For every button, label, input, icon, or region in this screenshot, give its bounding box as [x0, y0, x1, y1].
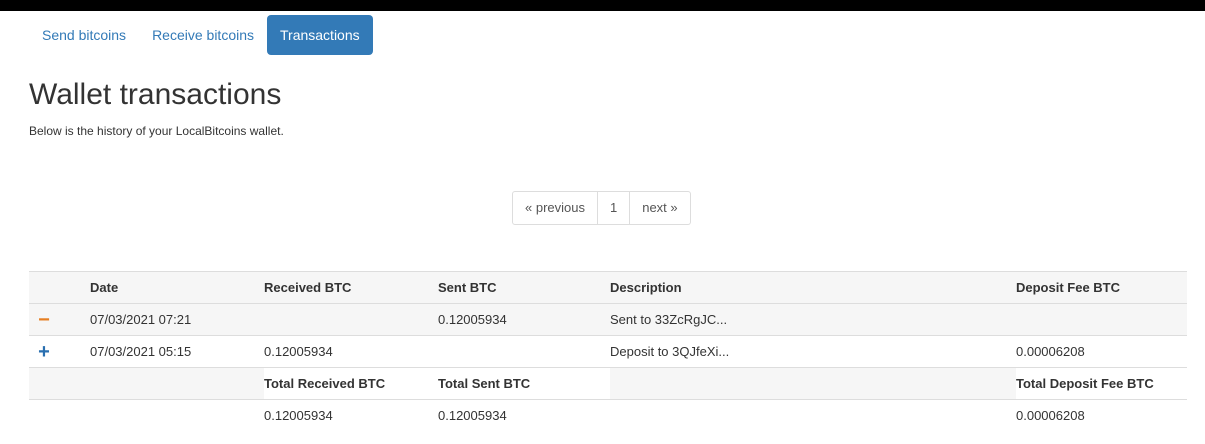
- total-fee-value: 0.00006208: [1016, 399, 1187, 431]
- row-sent: [438, 335, 610, 368]
- totals-header-row: Total Received BTC Total Sent BTC Total …: [29, 367, 1187, 400]
- page-description: Below is the history of your LocalBitcoi…: [29, 124, 284, 138]
- header-deposit-fee: Deposit Fee BTC: [1016, 271, 1187, 304]
- total-sent-label: Total Sent BTC: [438, 367, 610, 400]
- row-received: 0.12005934: [264, 335, 438, 368]
- pagination: « previous 1 next »: [512, 191, 691, 225]
- row-fee: 0.00006208: [1016, 335, 1187, 368]
- totals-spacer: [90, 367, 264, 400]
- pagination-previous[interactable]: « previous: [512, 191, 598, 225]
- total-sent-value: 0.12005934: [438, 399, 610, 431]
- totals-spacer: [610, 399, 1016, 431]
- totals-spacer: [610, 367, 1016, 400]
- header-sent: Sent BTC: [438, 271, 610, 304]
- tab-receive-bitcoins[interactable]: Receive bitcoins: [139, 15, 267, 55]
- header-description: Description: [610, 271, 1016, 304]
- row-fee: [1016, 303, 1187, 336]
- pagination-page-1[interactable]: 1: [597, 191, 631, 225]
- totals-row: 0.12005934 0.12005934 0.00006208: [29, 399, 1187, 431]
- plus-icon: +: [38, 340, 50, 363]
- total-fee-label: Total Deposit Fee BTC: [1016, 367, 1187, 400]
- minus-icon: −: [38, 308, 50, 331]
- table-row: − 07/03/2021 07:21 0.12005934 Sent to 33…: [29, 303, 1187, 336]
- row-sign-cell: +: [29, 335, 90, 368]
- header-date: Date: [90, 271, 264, 304]
- header-received: Received BTC: [264, 271, 438, 304]
- totals-spacer: [29, 367, 90, 400]
- top-bar: [0, 0, 1205, 11]
- row-sent: 0.12005934: [438, 303, 610, 336]
- row-description: Sent to 33ZcRgJC...: [610, 303, 1016, 336]
- header-sign: [29, 271, 90, 304]
- total-received-label: Total Received BTC: [264, 367, 438, 400]
- pagination-next[interactable]: next »: [630, 191, 691, 225]
- page-title: Wallet transactions: [29, 78, 282, 111]
- row-date: 07/03/2021 07:21: [90, 303, 264, 336]
- row-date: 07/03/2021 05:15: [90, 335, 264, 368]
- totals-spacer: [90, 399, 264, 431]
- table-header-row: Date Received BTC Sent BTC Description D…: [29, 271, 1187, 304]
- tab-send-bitcoins[interactable]: Send bitcoins: [29, 15, 139, 55]
- table-row: + 07/03/2021 05:15 0.12005934 Deposit to…: [29, 335, 1187, 368]
- row-description: Deposit to 3QJfeXi...: [610, 335, 1016, 368]
- row-received: [264, 303, 438, 336]
- row-sign-cell: −: [29, 303, 90, 336]
- transactions-table: Date Received BTC Sent BTC Description D…: [29, 271, 1187, 431]
- total-received-value: 0.12005934: [264, 399, 438, 431]
- tab-transactions[interactable]: Transactions: [267, 15, 373, 55]
- totals-spacer: [29, 399, 90, 431]
- wallet-tabs: Send bitcoins Receive bitcoins Transacti…: [29, 15, 373, 55]
